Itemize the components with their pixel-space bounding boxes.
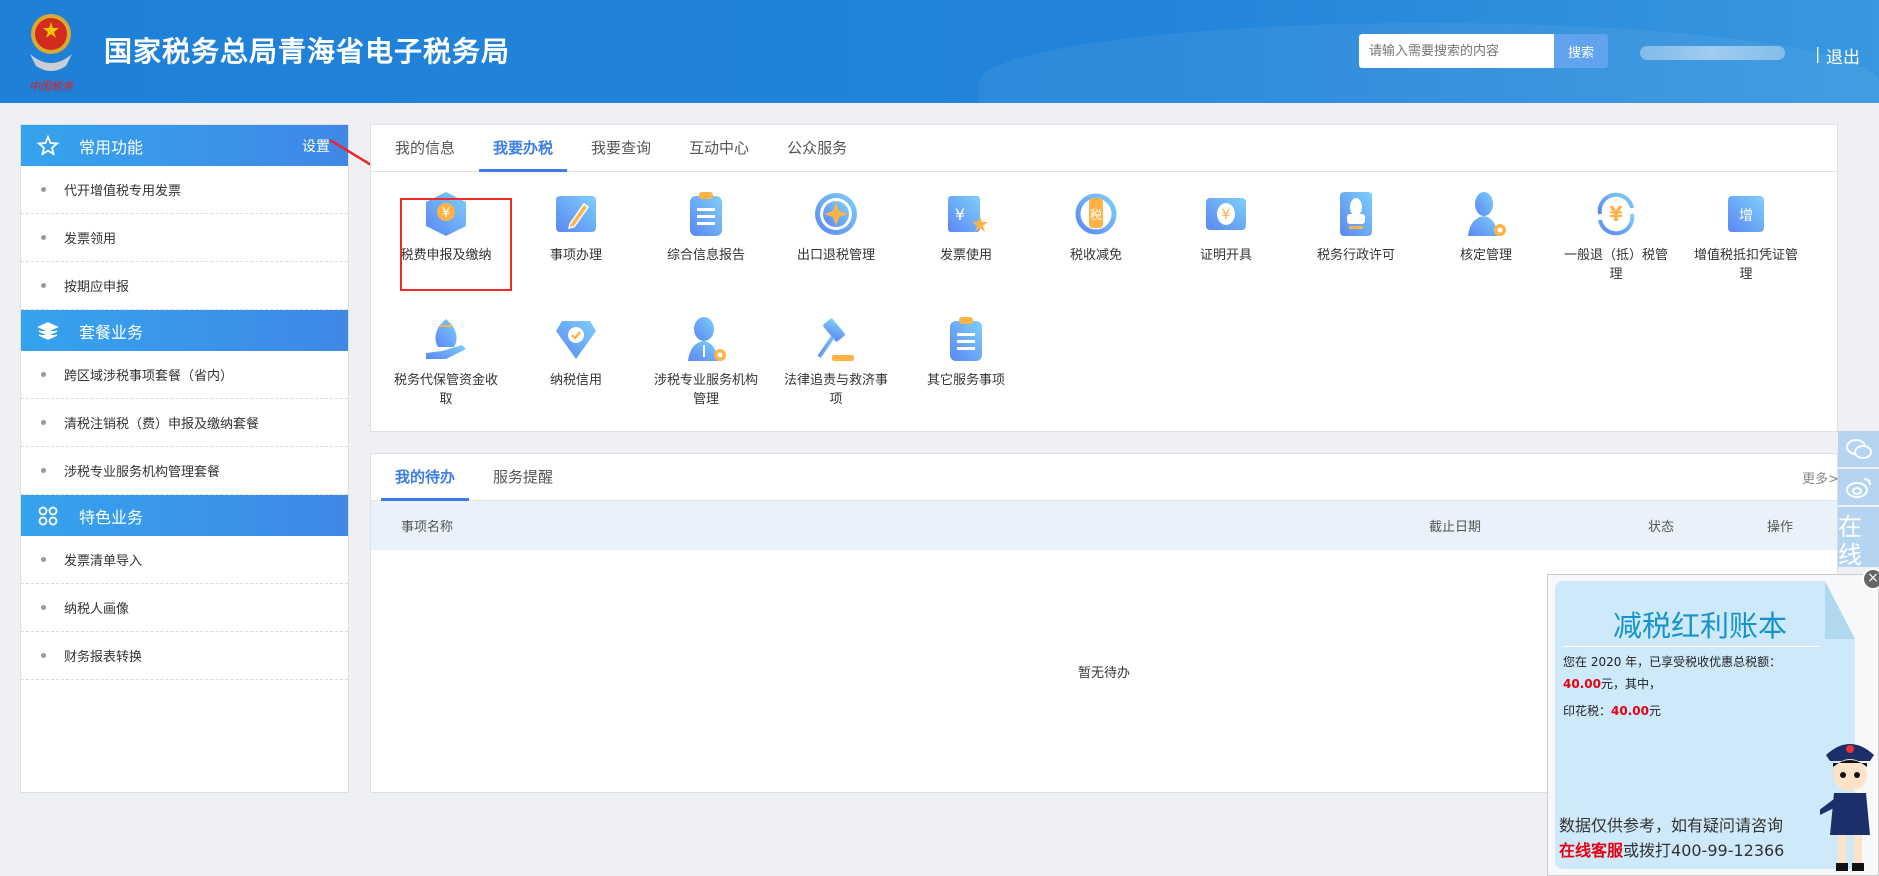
vat-ticket-icon: 增 — [1681, 190, 1811, 238]
stamp-label: 印花税： — [1563, 704, 1612, 718]
money-bag-hand-icon — [381, 315, 511, 363]
service-label: 综合信息报告 — [666, 248, 745, 263]
service-tax-box-button[interactable]: ¥ 税费申报及缴纳 — [381, 190, 512, 291]
agent-gear-icon — [641, 315, 771, 363]
tab-5[interactable]: 公众服务 — [773, 125, 861, 171]
popup-card: 减税红利账本 您在 2020 年，已享受税收优惠总税额： 40.00元，其中， … — [1555, 581, 1855, 869]
service-label: 事项办理 — [549, 248, 602, 263]
popup-stamp-line: 印花税：40.00元 — [1563, 702, 1661, 719]
service-label: 涉税专业服务机构管理 — [654, 373, 759, 407]
svg-text:增: 增 — [1739, 208, 1753, 224]
tax-benefit-popup: 减税红利账本 您在 2020 年，已享受税收优惠总税额： 40.00元，其中， … — [1547, 574, 1879, 876]
column-header-deadline: 截止日期 — [1429, 520, 1482, 535]
online-service-link[interactable]: 在线客服 — [1559, 841, 1623, 860]
service-label: 纳税信用 — [549, 373, 602, 388]
service-label: 一般退（抵）税管理 — [1564, 248, 1669, 282]
popup-footer1: 数据仅供参考，如有疑问请咨询 — [1559, 816, 1784, 835]
service-label: 税务行政许可 — [1316, 248, 1395, 263]
invoice-star-icon: ¥ — [901, 190, 1031, 238]
svg-text:¥: ¥ — [1609, 202, 1623, 226]
popup-footer2: 在线客服或拨打400-99-12366 — [1559, 837, 1784, 861]
popup-line2: 元，其中， — [1600, 677, 1661, 691]
todo-table-header: 事项名称 截止日期 状态 操作 — [371, 501, 1837, 550]
online-service-button[interactable]: 在线客服 — [1838, 507, 1879, 567]
services-panel: 我的信息 我要办税 我要查询 互动中心 公众服务 ¥ 税费申报及缴纳事项办理 综合信息报告 出… — [370, 124, 1838, 432]
service-pencil-ticket-button[interactable]: 事项办理 — [511, 190, 641, 265]
service-stamp-button[interactable]: 税务行政许可 — [1291, 190, 1421, 265]
service-credit-shield-button[interactable]: 纳税信用 — [511, 315, 641, 390]
total-amount: 40.00 — [1563, 677, 1601, 691]
service-label: 增值税抵扣凭证管理 — [1694, 248, 1799, 282]
service-tax-emblem-button[interactable]: 税税收减免 — [1031, 190, 1161, 265]
tab-2[interactable]: 我要办税 — [479, 125, 568, 172]
service-globe-button[interactable]: 出口退税管理 — [771, 190, 901, 265]
service-label: 证明开具 — [1199, 248, 1252, 263]
wechat-icon[interactable] — [1838, 431, 1879, 467]
tax-emblem-icon: 税 — [1031, 190, 1161, 238]
more-link[interactable]: 更多> — [1802, 468, 1839, 487]
service-label: 税务代保管资金收取 — [394, 373, 499, 407]
user-gear-icon — [1421, 190, 1551, 238]
column-header-action: 操作 — [1767, 520, 1794, 535]
yuan-ticket-icon: ¥ — [1161, 190, 1291, 238]
tab-4[interactable]: 互动中心 — [675, 125, 763, 171]
popup-title: 减税红利账本 — [1612, 609, 1787, 643]
service-gavel-button[interactable]: 法律追责与救济事项 — [771, 315, 901, 409]
stamp-icon — [1291, 190, 1421, 238]
svg-text:¥: ¥ — [1222, 207, 1231, 223]
clipboard-icon — [901, 315, 1031, 363]
gavel-icon — [771, 315, 901, 363]
service-clipboard-button[interactable]: 综合信息报告 — [641, 190, 771, 265]
service-label: 核定管理 — [1459, 248, 1512, 263]
popup-total-line: 40.00元，其中， — [1563, 675, 1661, 692]
yuan-unit: 元 — [1648, 704, 1661, 718]
todo-tabs: 我的待办 服务提醒 — [371, 454, 1837, 501]
pencil-ticket-icon — [511, 190, 641, 238]
service-label: 其它服务事项 — [926, 373, 1005, 388]
svg-text:税: 税 — [1090, 208, 1102, 222]
main-tabs: 我的信息 我要办税 我要查询 互动中心 公众服务 — [371, 125, 1837, 172]
hotline-text: 或拨打400-99-12366 — [1623, 841, 1785, 860]
clipboard-icon — [641, 190, 771, 238]
service-money-bag-hand-button[interactable]: 税务代保管资金收取 — [381, 315, 511, 409]
tax-officer-mascot — [1820, 744, 1874, 871]
popup-line1: 您在 2020 年，已享受税收优惠总税额： — [1563, 655, 1782, 669]
column-header-status: 状态 — [1648, 520, 1675, 535]
service-yuan-ticket-button[interactable]: ¥ 证明开具 — [1161, 190, 1291, 265]
float-toolbar: 在线客服 — [1838, 431, 1879, 569]
tab-1[interactable]: 我的信息 — [381, 125, 469, 171]
tab-1[interactable]: 我的待办 — [381, 454, 470, 501]
service-vat-ticket-button[interactable]: 增增值税抵扣凭证管理 — [1681, 190, 1811, 284]
weibo-icon[interactable] — [1838, 469, 1879, 505]
credit-shield-icon — [511, 315, 641, 363]
service-invoice-star-button[interactable]: ¥ 发票使用 — [901, 190, 1031, 265]
service-label: 发票使用 — [939, 248, 992, 263]
yuan-refresh-icon: ¥ — [1551, 190, 1681, 238]
service-clipboard-button[interactable]: 其它服务事项 — [901, 315, 1031, 390]
service-label: 出口退税管理 — [796, 248, 875, 263]
service-label: 法律追责与救济事项 — [784, 373, 889, 407]
popup-close-button[interactable]: × — [1862, 568, 1879, 590]
column-header-name: 事项名称 — [401, 520, 454, 535]
service-user-gear-button[interactable]: 核定管理 — [1421, 190, 1551, 265]
stamp-amount: 40.00 — [1611, 704, 1649, 718]
tab-2[interactable]: 服务提醒 — [479, 454, 567, 500]
highlight-box — [400, 198, 512, 291]
svg-text:¥: ¥ — [955, 205, 965, 224]
service-agent-gear-button[interactable]: 涉税专业服务机构管理 — [641, 315, 771, 409]
tab-3[interactable]: 我要查询 — [577, 125, 665, 171]
globe-icon — [771, 190, 901, 238]
divider — [1563, 646, 1819, 647]
service-yuan-refresh-button[interactable]: ¥ 一般退（抵）税管理 — [1551, 190, 1681, 284]
service-label: 税收减免 — [1069, 248, 1122, 263]
